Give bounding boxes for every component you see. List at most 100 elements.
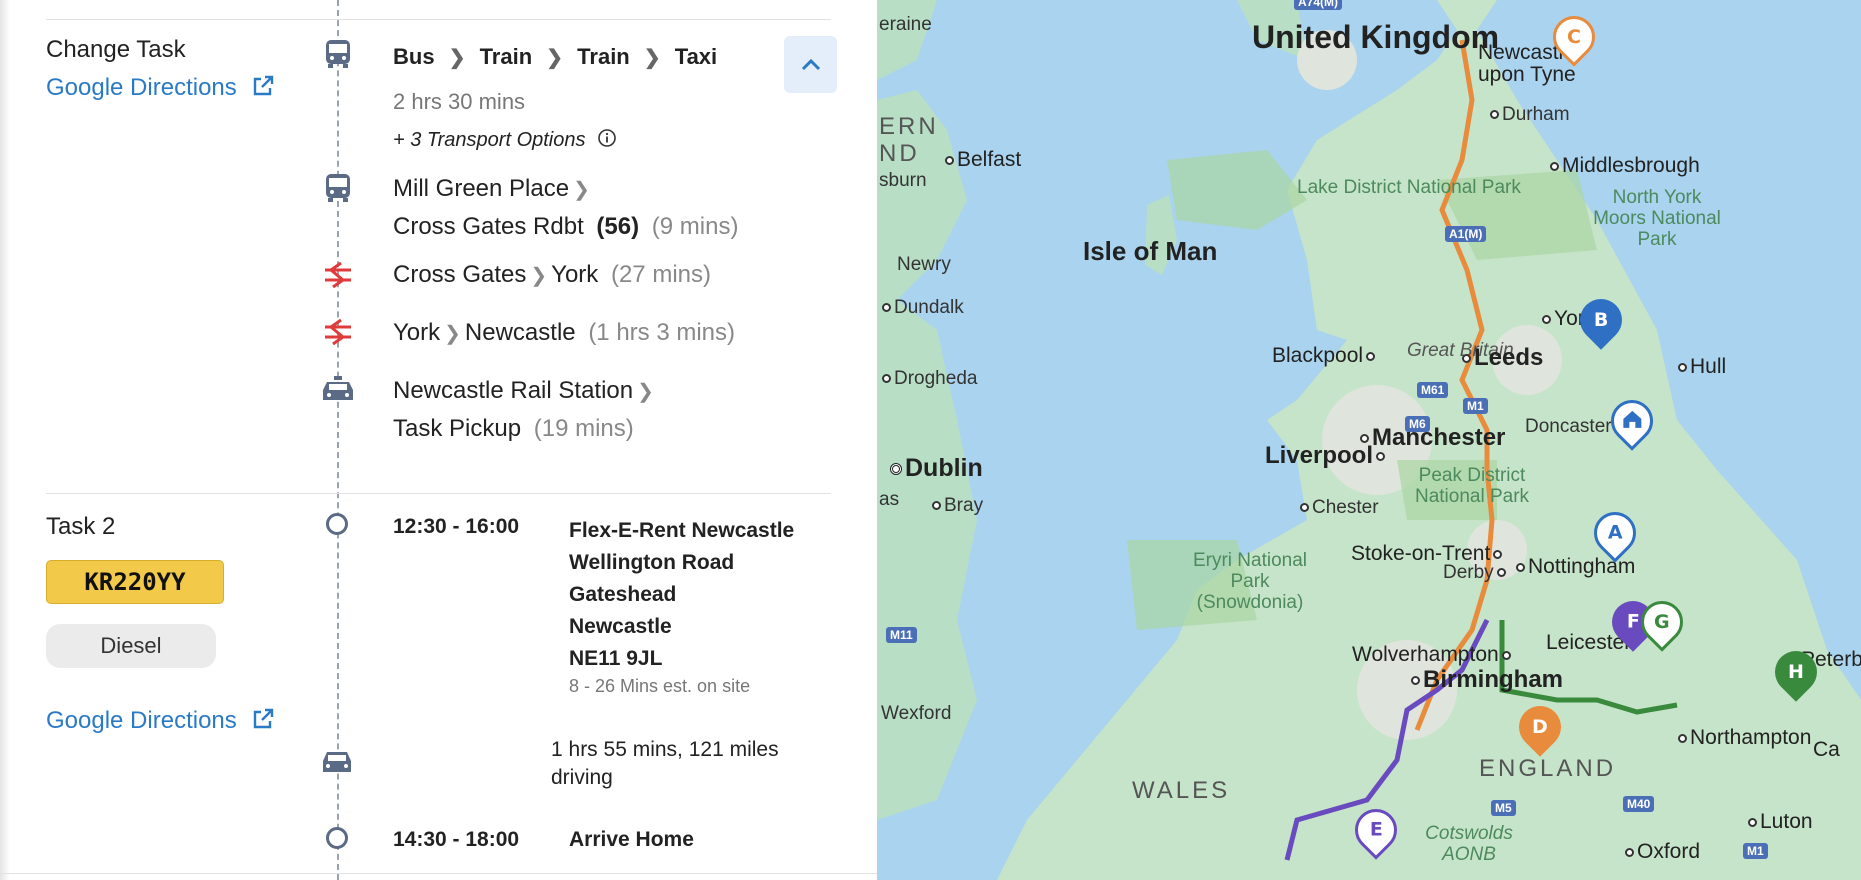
route-number: (56) — [596, 213, 640, 240]
stop-marker — [326, 513, 348, 535]
town-label: Chester — [1297, 497, 1379, 519]
leg-from: Mill Green Place ❯ — [393, 175, 590, 202]
park-label: Lake District National Park — [1297, 177, 1521, 198]
home-icon — [1623, 410, 1641, 428]
leg-time: (19 mins) — [533, 415, 634, 442]
address-line: Flex-E-Rent Newcastle — [569, 519, 795, 542]
town-label: Durham — [1487, 104, 1570, 126]
trip-duration: 2 hrs 30 mins — [393, 89, 526, 114]
chevron-up-icon — [801, 58, 820, 70]
region-label: ND — [879, 140, 920, 167]
city-label: Belfast — [942, 148, 1021, 172]
drive-summary-suffix: driving — [551, 766, 613, 789]
registration-plate: KR220YY — [46, 560, 224, 604]
external-link-icon — [254, 708, 274, 729]
leg-from: Newcastle Rail Station ❯ — [393, 377, 654, 404]
road-shield: M11 — [886, 627, 917, 643]
bus-icon — [326, 174, 350, 202]
town-label: Drogheda — [879, 368, 977, 390]
town-label: sburn — [879, 170, 927, 191]
mode-step: Train — [577, 44, 630, 69]
island-label: Isle of Man — [1083, 236, 1218, 266]
fuel-badge: Diesel — [46, 624, 216, 668]
road-shield: M5 — [1491, 800, 1516, 816]
town-label: Doncaster — [1525, 416, 1612, 437]
leg-route: York ❯ Newcastle (1 hrs 3 mins) — [393, 319, 736, 346]
town-label: Newry — [897, 254, 951, 275]
leg-to: Task Pickup (19 mins) — [393, 415, 634, 442]
city-label: Hull — [1675, 355, 1726, 379]
transport-options-link[interactable]: + 3 Transport Options — [393, 128, 617, 152]
leg-to: Cross Gates Rdbt (56) (9 mins) — [393, 213, 739, 240]
transport-options-label: + 3 Transport Options — [393, 129, 586, 151]
city-label: Leeds — [1459, 344, 1543, 372]
town-label: Bray — [929, 495, 983, 517]
collapse-button[interactable] — [784, 36, 837, 93]
change-task-title: Change Task — [46, 36, 186, 63]
chevron-right-icon: ❯ — [546, 47, 564, 69]
city-label: Oxford — [1622, 840, 1700, 864]
address-line: Newcastle — [569, 615, 672, 638]
info-icon — [598, 129, 616, 147]
divider — [0, 873, 877, 874]
city-label: Wolverhampton — [1352, 643, 1514, 667]
road-shield: M40 — [1623, 796, 1655, 812]
google-directions-label: Google Directions — [46, 74, 237, 101]
road-shield: A74(M) — [1294, 0, 1343, 10]
road-shield: M61 — [1417, 382, 1449, 398]
google-directions-link[interactable]: Google Directions — [46, 74, 275, 102]
city-label: Liverpool — [1265, 442, 1388, 470]
drive-summary: 1 hrs 55 mins, 121 miles — [551, 738, 779, 761]
country-label: United Kingdom — [1252, 19, 1500, 55]
leg-time: (27 mins) — [610, 261, 711, 288]
route-map[interactable]: United Kingdom Isle of Man Great Britain… — [877, 0, 1861, 880]
city-label: Luton — [1745, 810, 1813, 834]
road-shield: M1 — [1463, 398, 1488, 414]
transport-modes: Bus ❯ Train ❯ Train ❯ Taxi — [393, 44, 717, 70]
city-label: Birmingham — [1408, 666, 1563, 694]
city-label: Northampton — [1675, 726, 1811, 750]
stop-marker — [326, 827, 348, 849]
stop-time: 14:30 - 18:00 — [393, 828, 520, 851]
itinerary-panel: Change Task Google Directions Bus ❯ Trai… — [0, 0, 877, 880]
external-link-icon — [254, 75, 274, 96]
mode-step: Bus — [393, 44, 435, 69]
road-shield: M6 — [1405, 416, 1430, 432]
leg-time: (9 mins) — [651, 213, 739, 240]
leg-time: (1 hrs 3 mins) — [588, 319, 736, 346]
town-label: Dundalk — [879, 297, 964, 319]
national-rail-icon — [325, 318, 351, 346]
town-label: Wexford — [881, 703, 952, 724]
national-rail-icon — [325, 261, 351, 289]
onsite-estimate: 8 - 26 Mins est. on site — [569, 676, 751, 696]
chevron-right-icon: ❯ — [643, 47, 661, 69]
park-label: North York Moors National Park — [1593, 187, 1721, 250]
google-directions-link[interactable]: Google Directions — [46, 707, 275, 735]
town-label: as — [879, 489, 900, 510]
park-label: Eryri National Park (Snowdonia) — [1192, 550, 1308, 613]
task2-title: Task 2 — [46, 513, 116, 540]
city-label: Middlesbrough — [1547, 154, 1700, 178]
region-label: ENGLAND — [1479, 755, 1617, 782]
address-line: Gateshead — [569, 583, 677, 606]
road-shield: A1(M) — [1445, 226, 1487, 242]
stop-time: 12:30 - 16:00 — [393, 515, 520, 538]
car-icon — [323, 752, 351, 772]
stop-name: Arrive Home — [569, 828, 694, 851]
park-label: Cotswolds AONB — [1425, 823, 1513, 865]
city-label: Ca — [1813, 738, 1840, 761]
town-label: Derby — [1443, 562, 1509, 584]
address-line: Wellington Road — [569, 551, 735, 574]
leg-route: Cross Gates ❯ York (27 mins) — [393, 261, 711, 288]
panel-edge-shadow — [0, 0, 10, 880]
region-label: WALES — [1132, 777, 1231, 804]
divider — [46, 493, 831, 494]
chevron-right-icon: ❯ — [448, 47, 466, 69]
bus-icon — [326, 40, 350, 68]
city-label: Dublin — [887, 454, 983, 483]
road-shield: M1 — [1743, 843, 1768, 859]
park-label: Peak District National Park — [1414, 465, 1530, 507]
divider — [46, 19, 831, 20]
address-line: NE11 9JL — [569, 647, 663, 670]
town-label: eraine — [879, 14, 932, 35]
